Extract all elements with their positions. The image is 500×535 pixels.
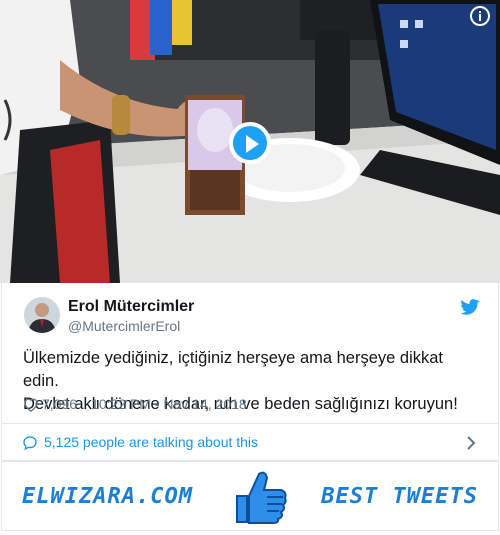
play-button[interactable] (229, 122, 271, 164)
heart-icon[interactable] (23, 397, 39, 412)
twitter-bird-icon[interactable] (460, 299, 480, 315)
tweet-video[interactable] (0, 0, 500, 283)
thumbs-up-icon (236, 471, 287, 524)
tweet: Erol Mütercimler @MutercimlerErol Ülkemi… (1, 283, 499, 423)
author-name[interactable]: Erol Mütercimler (68, 298, 194, 316)
conversation-label: 5,125 people are talking about this (44, 434, 259, 450)
tweet-embed-card: Erol Mütercimler @MutercimlerErol Ülkemi… (0, 0, 500, 535)
like-count[interactable]: 7,096 (42, 396, 77, 412)
site-tagline: BEST TWEETS (321, 484, 478, 509)
tweet-text-line: Ülkemizde yediğiniz, içtiğiniz herşeye a… (23, 349, 444, 390)
avatar-image (24, 297, 60, 333)
site-name[interactable]: ELWIZARA.COM (22, 484, 193, 509)
comment-bubble-icon (23, 436, 37, 451)
site-banner: ELWIZARA.COM BEST TWEETS (1, 461, 499, 531)
conversation-link[interactable]: 5,125 people are talking about this (1, 423, 499, 461)
tweet-timestamp[interactable]: 10:22 PM - Nov 14, 2018 (91, 396, 247, 412)
tweet-meta: 7,096 10:22 PM - Nov 14, 2018 (23, 395, 247, 413)
chevron-right-icon (467, 436, 476, 450)
avatar[interactable] (24, 297, 60, 333)
play-icon (233, 126, 267, 160)
author-handle[interactable]: @MutercimlerErol (68, 318, 180, 334)
info-icon[interactable] (470, 6, 490, 26)
